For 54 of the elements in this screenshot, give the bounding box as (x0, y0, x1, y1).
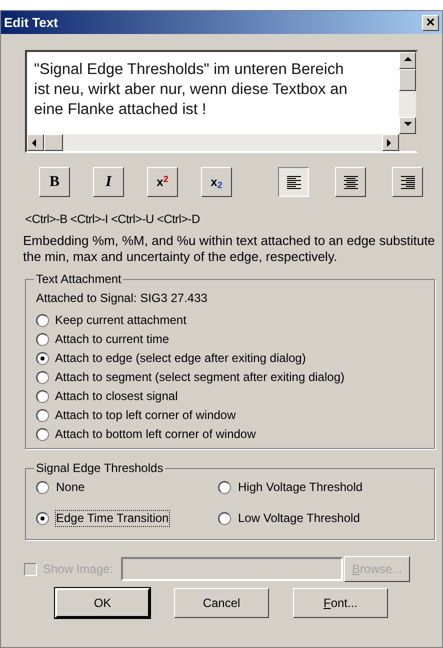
align-right-icon (400, 174, 416, 190)
horizontal-scrollbar[interactable] (27, 134, 399, 151)
radio-label[interactable]: Attach to closest signal (55, 389, 178, 404)
radio-label[interactable]: Attach to segment (select segment after exiting dialog) (55, 370, 344, 385)
align-right-button[interactable] (392, 167, 423, 197)
image-path-field[interactable] (121, 557, 344, 581)
scroll-left-button[interactable] (27, 134, 44, 151)
dialog-button[interactable]: OK (55, 588, 150, 618)
radio-label[interactable]: Low Voltage Threshold (237, 510, 361, 527)
bold-button[interactable]: B (39, 167, 70, 197)
align-left-button[interactable] (278, 167, 309, 197)
attached-signal-text: Attached to Signal: SIG3 27.433 (36, 290, 208, 307)
radio-button[interactable] (36, 512, 49, 525)
vertical-scrollbar[interactable] (399, 52, 416, 134)
group-title: Text Attachment (35, 271, 122, 288)
radio-button[interactable] (36, 428, 49, 441)
radio-button[interactable] (36, 371, 49, 384)
scrollbar-thumb[interactable] (399, 69, 416, 91)
radio-label[interactable]: Attach to edge (select edge after exiting dialog) (55, 351, 306, 366)
radio-button[interactable] (36, 333, 49, 346)
radio-label[interactable]: High Voltage Threshold (237, 479, 364, 496)
radio-button[interactable] (218, 481, 231, 494)
radio-label[interactable]: Attach to top left corner of window (55, 408, 236, 423)
text-content: "Signal Edge Thresholds" im unteren Bereich ist neu, wirkt aber nur, wenn diese Textbox an eine Flanke attached ist ! (33, 60, 348, 120)
italic-button[interactable]: I (93, 167, 124, 197)
text-area[interactable]: "Signal Edge Thresholds" im unteren Bereich ist neu, wirkt aber nur, wenn diese Textbox an eine Flanke attached ist ! (25, 50, 418, 153)
superscript-button[interactable]: x$^{2}$ (147, 167, 178, 197)
radio-label[interactable]: Attach to bottom left corner of window (55, 427, 256, 442)
align-left-icon (286, 174, 302, 190)
dialog-button[interactable]: Cancel (174, 588, 269, 618)
scrollbar-corner (399, 134, 416, 151)
radio-button[interactable] (36, 481, 49, 494)
radio-label[interactable]: Attach to current time (55, 332, 170, 347)
close-button[interactable]: × (422, 14, 439, 30)
radio-button[interactable] (36, 390, 49, 403)
radio-button[interactable] (36, 352, 49, 365)
scroll-up-button[interactable] (399, 52, 416, 69)
shortcut-hint: <Ctrl>-B <Ctrl>-I <Ctrl>-U <Ctrl>-D (25, 211, 201, 228)
radio-button[interactable] (218, 512, 231, 525)
radio-button[interactable] (36, 409, 49, 422)
window-title: Edit Text (4, 14, 58, 32)
radio-label[interactable]: Edge Time Transition (55, 510, 170, 527)
scrollbar-thumb[interactable] (44, 134, 63, 151)
align-center-button[interactable] (335, 167, 366, 197)
description-text: Embedding %m, %M, and %u within text attached to an edge substitute the min, max and uncertainty of the edge, respectively. (23, 233, 436, 265)
radio-label[interactable]: None (55, 479, 86, 496)
dialog-button[interactable]: Font... (293, 588, 388, 618)
radio-button[interactable] (36, 314, 49, 327)
align-center-icon (342, 174, 358, 190)
scroll-right-button[interactable] (382, 134, 399, 151)
scroll-down-button[interactable] (399, 117, 416, 134)
radio-label[interactable]: Keep current attachment (55, 313, 186, 328)
group-title: Signal Edge Thresholds (35, 460, 164, 477)
subscript-button[interactable]: x$_{2}$ (201, 167, 232, 197)
